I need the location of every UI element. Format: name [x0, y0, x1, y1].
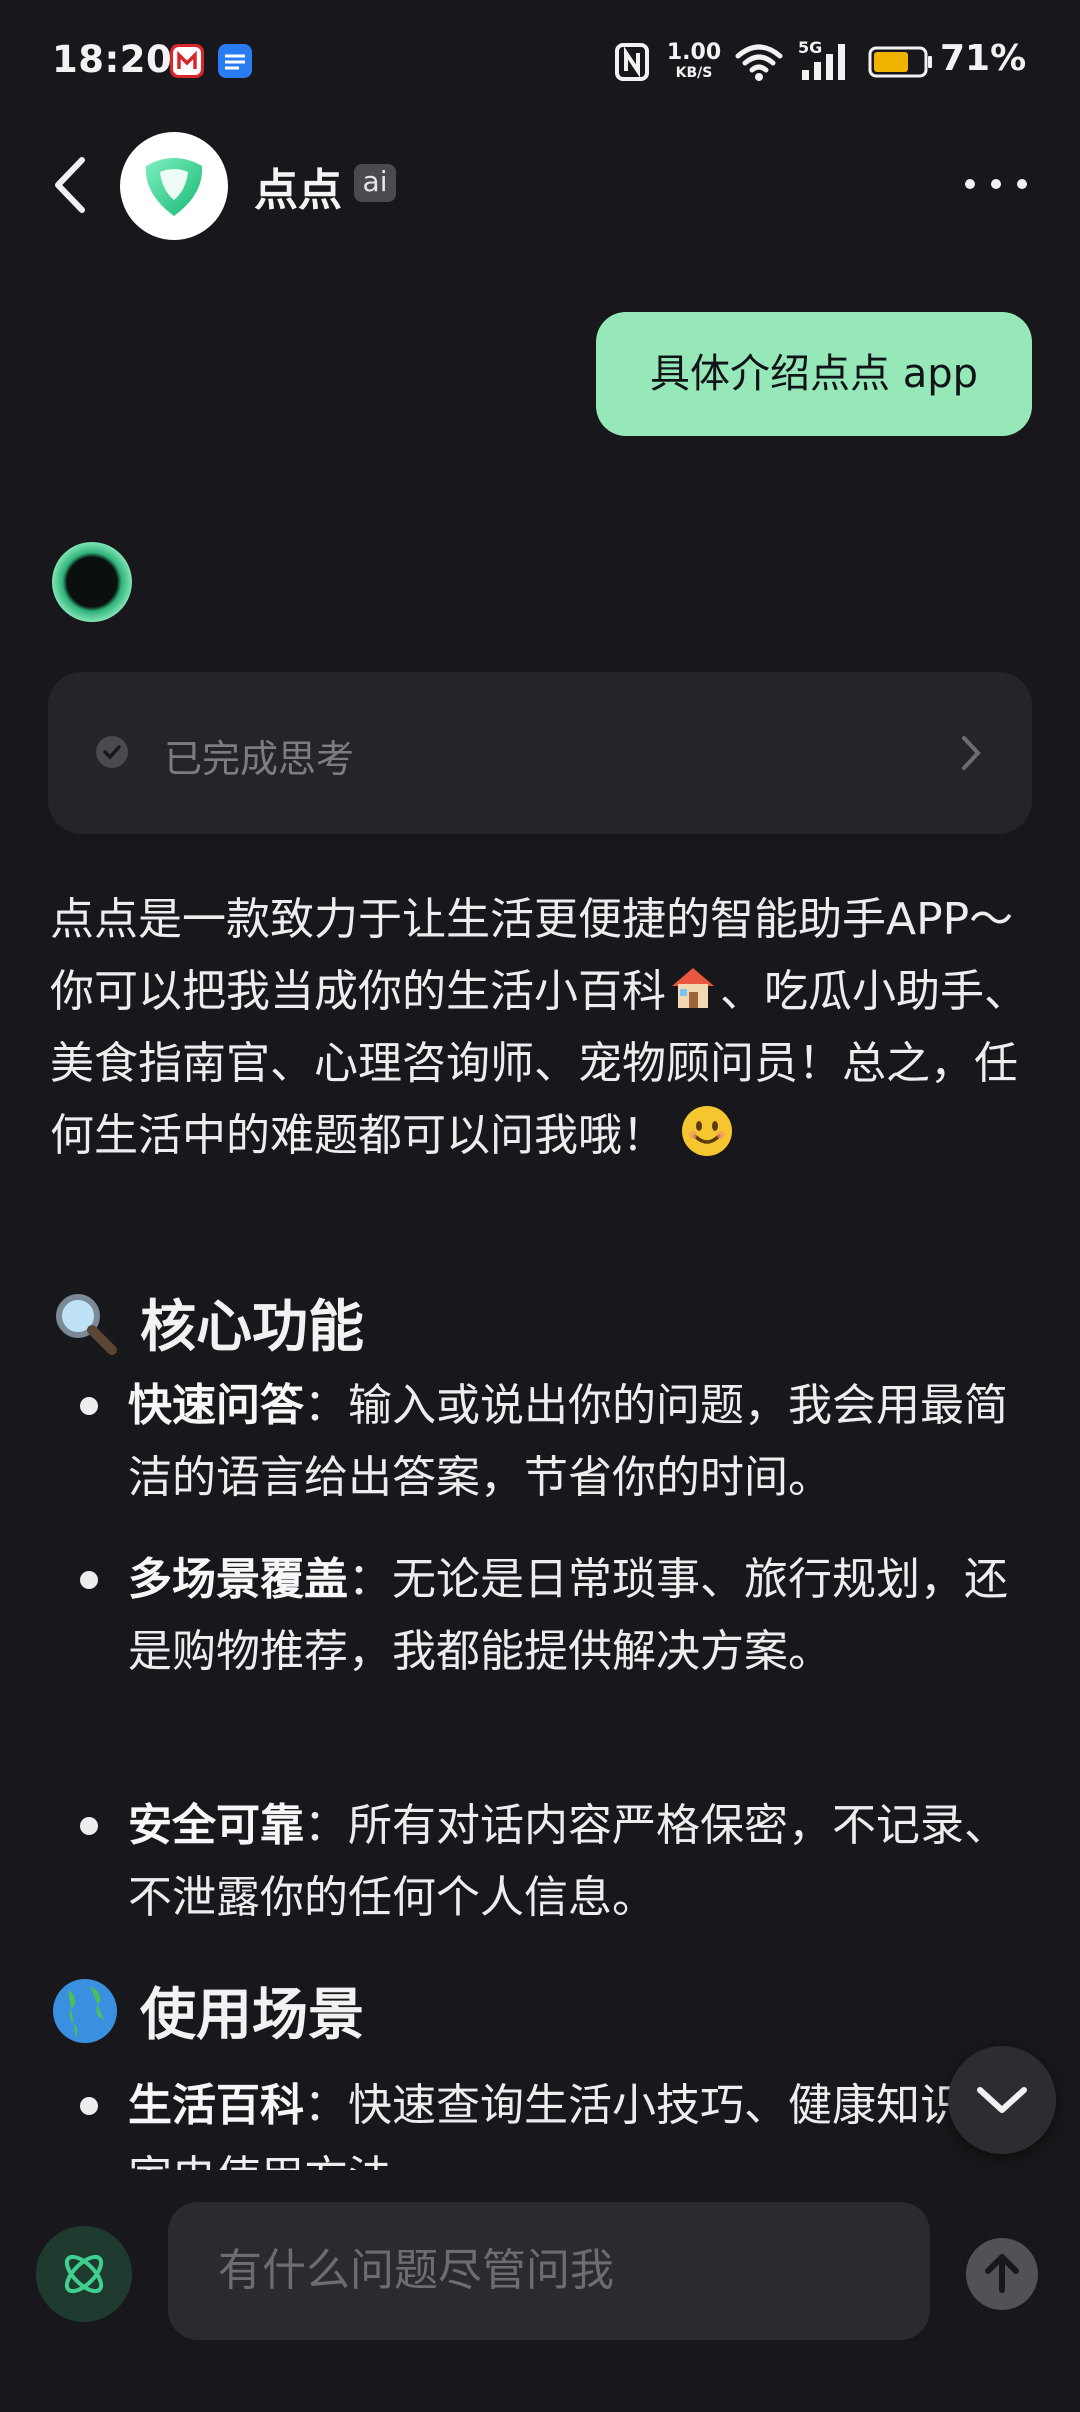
message-composer: 有什么问题尽管问我 — [0, 2170, 1080, 2412]
chat-title: 点点 — [254, 165, 342, 216]
atom-icon — [64, 2254, 104, 2294]
list-item: 多场景覆盖：无论是日常琐事、旅行规划，还是购物推荐，我都能提供解决方案。 — [128, 1554, 1008, 1677]
status-bar: 18:20 1.00 KB/S 5G 71% — [0, 0, 1080, 124]
signal-5g-icon: 5G — [798, 38, 854, 84]
battery-percent: 71% — [940, 38, 1027, 79]
back-button[interactable] — [46, 150, 96, 220]
arrow-up-icon — [985, 2254, 1019, 2293]
thinking-label: 已完成思考 — [164, 737, 355, 781]
list-item: 生活百科：快速查询生活小技巧、健康知识、家电使用方法。 — [128, 2080, 1008, 2170]
smile-emoji-icon — [680, 1104, 734, 1158]
metro-app-icon — [170, 44, 204, 78]
maps-app-icon — [218, 44, 252, 78]
battery-icon — [868, 46, 934, 78]
list-item: 安全可靠：所有对话内容严格保密，不记录、不泄露你的任何个人信息。 — [128, 1800, 1008, 1923]
status-time: 18:20 — [52, 38, 173, 81]
network-speed: 1.00 KB/S — [666, 40, 722, 81]
bot-avatar[interactable] — [120, 132, 228, 240]
check-circle-icon — [96, 736, 128, 768]
chevron-right-icon — [956, 730, 986, 776]
section-heading-core: 核心功能 — [50, 1282, 364, 1363]
magnifier-emoji-icon — [50, 1288, 120, 1358]
answer-intro: 点点是一款致力于让生活更便捷的智能助手APP～ 你可以把我当成你的生活小百科 、吃… — [50, 884, 1040, 1172]
diandian-logo-icon — [145, 158, 203, 216]
globe-emoji-icon — [50, 1976, 120, 2046]
more-dots-icon — [965, 179, 1027, 189]
nfc-icon — [614, 42, 650, 82]
bullet-dot — [80, 2097, 98, 2115]
wifi-icon — [734, 42, 784, 82]
more-options-button[interactable] — [958, 164, 1038, 204]
bullet-dot — [80, 1817, 98, 1835]
chat-header: 点点 ai — [0, 124, 1080, 246]
scroll-to-bottom-button[interactable] — [948, 2046, 1056, 2154]
message-input[interactable]: 有什么问题尽管问我 — [168, 2202, 930, 2340]
chevron-down-icon — [977, 2087, 1027, 2113]
bullet-dot — [80, 1397, 98, 1415]
thinking-summary-card[interactable]: 已完成思考 — [48, 672, 1032, 834]
section-heading-scenarios: 使用场景 — [50, 1970, 364, 2051]
agent-mode-button[interactable] — [36, 2226, 132, 2322]
bullet-dot — [80, 1571, 98, 1589]
visible-content-clip: 生活百科：快速查询生活小技巧、健康知识、家电使用方法。 — [0, 2050, 1080, 2170]
send-button[interactable] — [966, 2238, 1038, 2310]
chevron-left-icon — [55, 157, 85, 213]
user-message-bubble[interactable]: 具体介绍点点 app — [596, 312, 1032, 436]
list-item: 快速问答：输入或说出你的问题，我会用最简洁的语言给出答案，节省你的时间。 — [128, 1380, 1008, 1503]
house-emoji-icon — [666, 960, 720, 1014]
bot-status-ring-icon — [52, 542, 132, 622]
ai-badge: ai — [354, 164, 396, 202]
